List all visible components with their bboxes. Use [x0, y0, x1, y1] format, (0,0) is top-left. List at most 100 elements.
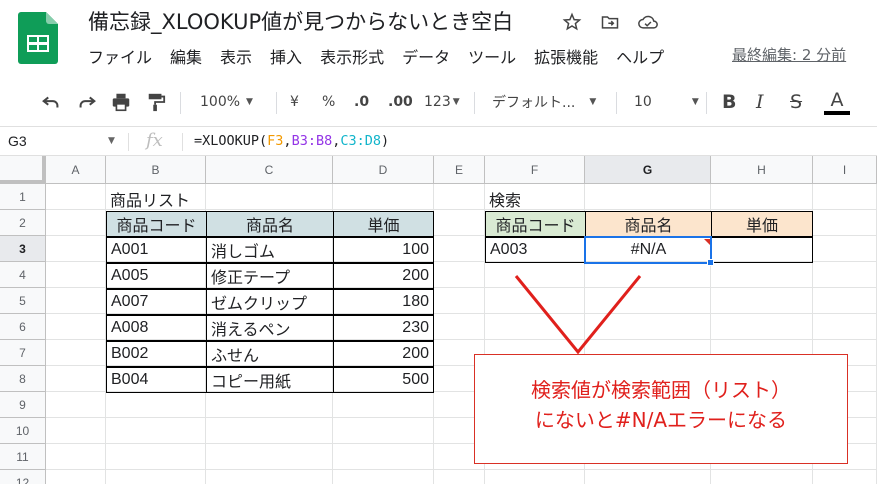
product-code-cell[interactable]: A001 — [106, 237, 207, 263]
product-price-cell[interactable]: 500 — [333, 367, 434, 393]
product-list-title[interactable]: 商品リスト — [106, 186, 310, 212]
menu-extensions[interactable]: 拡張機能 — [534, 44, 598, 68]
select-all-corner[interactable] — [0, 156, 46, 184]
product-name-cell[interactable]: ゼムクリップ — [206, 289, 334, 315]
row-header-11[interactable]: 11 — [0, 444, 46, 470]
chevron-down-icon[interactable]: ▼ — [108, 136, 115, 146]
row-header-10[interactable]: 10 — [0, 418, 46, 444]
annotation-callout: 検索値が検索範囲（リスト） にないと#N/Aエラーになる — [474, 354, 848, 464]
row-header-4[interactable]: 4 — [0, 262, 46, 288]
search-header-code[interactable]: 商品コード — [485, 211, 586, 237]
row-header-6[interactable]: 6 — [0, 314, 46, 340]
menu-view[interactable]: 表示 — [220, 44, 252, 68]
strikethrough-button[interactable]: S — [790, 84, 802, 120]
column-header-c[interactable]: C — [206, 156, 333, 184]
product-code-cell[interactable]: B002 — [106, 341, 207, 367]
product-code-cell[interactable]: A008 — [106, 315, 207, 341]
column-header-g[interactable]: G — [585, 156, 711, 184]
column-header-b[interactable]: B — [106, 156, 206, 184]
decimal-decrease-button[interactable]: .0 — [354, 84, 369, 120]
product-name-cell[interactable]: 消えるペン — [206, 315, 334, 341]
row-header-9[interactable]: 9 — [0, 392, 46, 418]
search-code-cell[interactable]: A003 — [485, 237, 586, 263]
font-size-label: 10 — [634, 94, 652, 110]
undo-icon[interactable] — [40, 84, 62, 120]
product-header-name[interactable]: 商品名 — [206, 211, 334, 237]
strikethrough-label: S — [790, 91, 803, 113]
italic-button[interactable]: I — [756, 84, 764, 120]
name-box[interactable]: G3 — [8, 133, 27, 149]
formula-input[interactable]: =XLOOKUP(F3,B3:B8,C3:D8) — [194, 133, 389, 149]
search-header-name[interactable]: 商品名 — [585, 211, 712, 237]
column-header-a[interactable]: A — [46, 156, 106, 184]
row-header-3[interactable]: 3 — [0, 236, 46, 262]
cloud-status-icon[interactable] — [636, 10, 660, 34]
decimal-increase-button[interactable]: .00 — [388, 84, 413, 120]
product-header-price[interactable]: 単価 — [333, 211, 434, 237]
number-format-label: 123 — [424, 94, 451, 110]
menu-insert[interactable]: 挿入 — [270, 44, 302, 68]
product-name-cell[interactable]: 修正テープ — [206, 263, 334, 289]
menu-data[interactable]: データ — [402, 44, 450, 68]
font-select[interactable]: デフォルト... ▼ — [492, 84, 596, 120]
product-code-cell[interactable]: A007 — [106, 289, 207, 315]
row-header-5[interactable]: 5 — [0, 288, 46, 314]
formula-bar: G3 ▼ fx =XLOOKUP(F3,B3:B8,C3:D8) — [0, 126, 877, 156]
column-header-d[interactable]: D — [333, 156, 434, 184]
text-color-button[interactable]: A — [824, 84, 850, 120]
number-format-select[interactable]: 123 ▼ — [424, 84, 460, 120]
paint-format-icon[interactable] — [146, 84, 166, 120]
search-title[interactable]: 検索 — [485, 186, 585, 212]
menu-tools[interactable]: ツール — [468, 44, 516, 68]
callout-line-1: 検索値が検索範囲（リスト） — [531, 378, 791, 402]
last-edit-link[interactable]: 最終編集: 2 分前 — [732, 44, 846, 65]
row-header-1[interactable]: 1 — [0, 184, 46, 210]
product-price-cell[interactable]: 180 — [333, 289, 434, 315]
product-price-cell[interactable]: 100 — [333, 237, 434, 263]
column-header-i[interactable]: I — [813, 156, 877, 184]
menu-edit[interactable]: 編集 — [170, 44, 202, 68]
sheets-logo[interactable] — [18, 12, 58, 64]
fill-handle[interactable] — [707, 259, 714, 266]
redo-icon[interactable] — [76, 84, 98, 120]
product-price-cell[interactable]: 230 — [333, 315, 434, 341]
product-name-cell[interactable]: ふせん — [206, 341, 334, 367]
search-header-price[interactable]: 単価 — [711, 211, 813, 237]
currency-label: ¥ — [290, 94, 299, 110]
print-icon[interactable] — [110, 84, 132, 120]
product-header-code[interactable]: 商品コード — [106, 211, 207, 237]
product-name-cell[interactable]: 消しゴム — [206, 237, 334, 263]
column-header-f[interactable]: F — [485, 156, 585, 184]
product-code-cell[interactable]: A005 — [106, 263, 207, 289]
italic-label: I — [756, 91, 764, 113]
font-size-select[interactable]: 10 ▼ — [634, 84, 699, 120]
row-header-12[interactable]: 12 — [0, 470, 46, 484]
document-title[interactable]: 備忘録_XLOOKUP値が見つからないとき空白 — [88, 6, 513, 36]
bold-label: B — [722, 91, 737, 113]
toolbar: 100% ▼ ¥ % .0 .00 123 ▼ デフォルト... ▼ 10 ▼ B I … — [0, 84, 877, 122]
menu-help[interactable]: ヘルプ — [616, 44, 664, 68]
chevron-down-icon: ▼ — [691, 97, 699, 107]
bold-button[interactable]: B — [722, 84, 736, 120]
row-header-2[interactable]: 2 — [0, 210, 46, 236]
annotation-arrow — [514, 275, 642, 355]
menu-format[interactable]: 表示形式 — [320, 44, 384, 68]
star-icon[interactable] — [560, 10, 584, 34]
move-folder-icon[interactable] — [598, 10, 622, 34]
percent-label: % — [322, 94, 336, 110]
chevron-down-icon: ▼ — [589, 97, 597, 107]
row-header-8[interactable]: 8 — [0, 366, 46, 392]
currency-button[interactable]: ¥ — [290, 84, 299, 120]
text-color-label: A — [830, 88, 844, 111]
column-header-h[interactable]: H — [711, 156, 813, 184]
percent-button[interactable]: % — [322, 84, 335, 120]
row-header-7[interactable]: 7 — [0, 340, 46, 366]
menu-file[interactable]: ファイル — [88, 44, 152, 68]
product-price-cell[interactable]: 200 — [333, 341, 434, 367]
product-name-cell[interactable]: コピー用紙 — [206, 367, 334, 393]
product-price-cell[interactable]: 200 — [333, 263, 434, 289]
search-price-result-cell[interactable] — [711, 237, 813, 263]
column-header-e[interactable]: E — [434, 156, 485, 184]
product-code-cell[interactable]: B004 — [106, 367, 207, 393]
zoom-select[interactable]: 100% ▼ — [200, 84, 253, 120]
